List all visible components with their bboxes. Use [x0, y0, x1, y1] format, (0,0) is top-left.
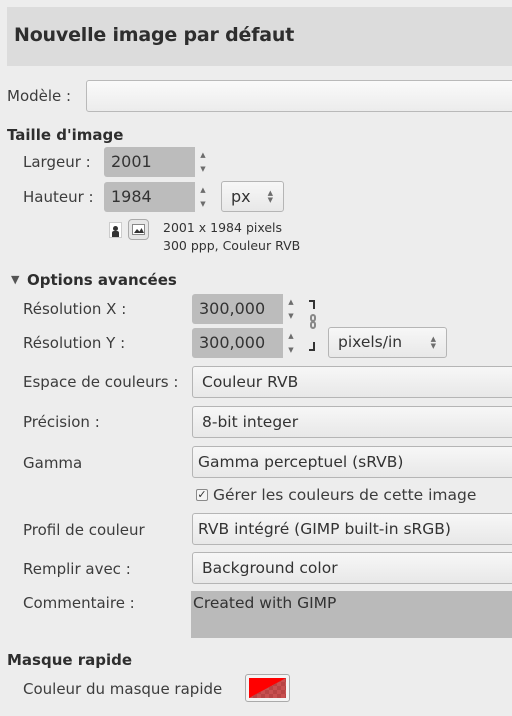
gamma-select[interactable]: Gamma perceptuel (sRVB) [192, 446, 512, 478]
advanced-options-expander[interactable]: Options avancées [27, 271, 177, 289]
dialog-header: Nouvelle image par défaut [7, 7, 512, 66]
color-profile-select[interactable]: RVB intégré (GIMP built-in sRGB) [192, 513, 512, 545]
color-profile-value: RVB intégré (GIMP built-in sRGB) [198, 520, 451, 538]
width-input[interactable]: 2001 [104, 147, 195, 177]
page-title: Nouvelle image par défaut [14, 24, 295, 46]
template-combo[interactable] [86, 80, 512, 112]
spin-up-icon[interactable]: ▲ [200, 151, 205, 159]
resolution-x-spin-arrows[interactable]: ▲ ▼ [286, 298, 296, 320]
resolution-unit-value: pixels/in [338, 333, 403, 351]
fill-select[interactable]: Background color [192, 552, 512, 584]
resolution-unit-select[interactable]: pixels/in ▲ ▼ [328, 327, 447, 358]
spin-down-icon[interactable]: ▼ [200, 200, 205, 208]
spin-up-icon[interactable]: ▲ [200, 186, 205, 194]
spin-up-icon[interactable]: ▲ [288, 332, 293, 340]
expander-triangle-icon[interactable]: ▼ [11, 273, 19, 286]
gamma-value: Gamma perceptuel (sRVB) [198, 453, 404, 471]
checkmark-icon: ✓ [197, 488, 207, 501]
manage-colors-checkbox[interactable]: ✓ [196, 489, 208, 501]
width-spin-arrows[interactable]: ▲ ▼ [198, 151, 208, 173]
portrait-icon[interactable] [109, 222, 122, 238]
resolution-y-spin-arrows[interactable]: ▲ ▼ [286, 332, 296, 354]
color-profile-label: Profil de couleur [23, 521, 145, 539]
spin-down-icon[interactable]: ▼ [288, 312, 293, 320]
chain-link-icon[interactable] [306, 300, 322, 352]
size-info-pixels: 2001 x 1984 pixels [163, 220, 283, 235]
size-unit-select[interactable]: px ▲ ▼ [221, 181, 284, 212]
landscape-icon[interactable] [128, 219, 149, 240]
colorspace-select[interactable]: Couleur RVB [192, 366, 512, 398]
size-info-resolution: 300 ppp, Couleur RVB [163, 238, 301, 253]
template-label: Modèle : [7, 87, 72, 105]
spin-down-icon[interactable]: ▼ [288, 346, 293, 354]
quick-mask-section-title: Masque rapide [7, 651, 133, 669]
resolution-y-label: Résolution Y : [23, 334, 126, 352]
quick-mask-color-swatch [249, 678, 286, 698]
precision-label: Précision : [23, 413, 100, 431]
select-arrows-icon: ▲ ▼ [430, 334, 436, 350]
select-arrows-icon: ▲ ▼ [267, 188, 273, 204]
quick-mask-color-button[interactable] [245, 674, 290, 702]
resolution-x-label: Résolution X : [23, 300, 127, 318]
width-label: Largeur : [23, 153, 91, 171]
spin-up-icon[interactable]: ▲ [288, 298, 293, 306]
precision-value: 8-bit integer [202, 413, 299, 431]
colorspace-label: Espace de couleurs : [23, 373, 179, 391]
image-size-section-title: Taille d'image [7, 126, 124, 144]
colorspace-value: Couleur RVB [202, 373, 299, 391]
gamma-label: Gamma [23, 454, 83, 472]
spin-down-icon[interactable]: ▼ [200, 165, 205, 173]
comment-textarea[interactable]: Created with GIMP [191, 591, 512, 638]
fill-value: Background color [202, 559, 338, 577]
size-unit-value: px [231, 187, 251, 206]
fill-label: Remplir avec : [23, 560, 131, 578]
height-label: Hauteur : [23, 188, 94, 206]
height-input[interactable]: 1984 [104, 182, 195, 212]
quick-mask-color-label: Couleur du masque rapide [23, 680, 223, 698]
manage-colors-label[interactable]: Gérer les couleurs de cette image [213, 486, 476, 504]
resolution-x-input[interactable]: 300,000 [192, 294, 283, 324]
comment-value: Created with GIMP [193, 594, 337, 612]
resolution-y-input[interactable]: 300,000 [192, 328, 283, 358]
precision-select[interactable]: 8-bit integer [192, 406, 512, 438]
comment-label: Commentaire : [23, 594, 135, 612]
height-spin-arrows[interactable]: ▲ ▼ [198, 186, 208, 208]
